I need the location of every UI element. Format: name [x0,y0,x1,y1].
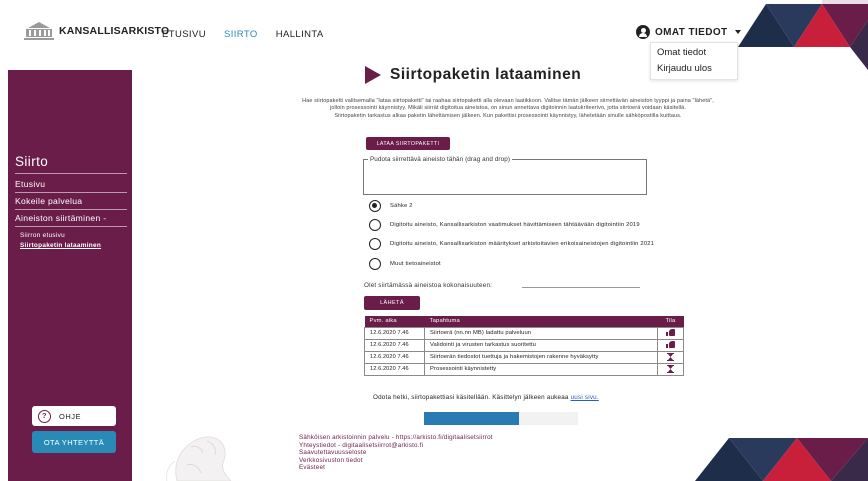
decorative-triangles [738,0,868,70]
statue-illustration [166,436,232,481]
hourglass-icon [667,353,674,361]
dropzone-label: Pudota siirrettävä aineisto tähän (drag … [368,156,513,163]
page-title: Siirtopaketin lataaminen [390,66,582,83]
footer-links: Sähköisen arkistoinnin palvelu - https:/… [299,434,493,472]
sidebar-divider [15,226,127,227]
radio-icon[interactable] [369,238,381,250]
intro-line: jolloin prosessointi käynnistyy. Mikäli … [330,105,686,112]
nav-hallinta[interactable]: HALLINTA [276,29,324,40]
collection-input[interactable] [522,287,640,288]
question-icon: ? [38,409,51,423]
table-header-row: Pvm. aika Tapahtuma Tila [364,316,684,327]
menu-item-kirjaudu-ulos[interactable]: Kirjaudu ulos [651,61,737,77]
row-event: Prosessointi käynnistetty [424,362,658,376]
collection-label: Olet siirtämässä aineistoa kokonaisuutee… [364,282,493,289]
column-header-date: Pvm. aika [364,316,425,327]
help-label: OHJE [59,411,82,421]
thumbs-up-icon [666,341,675,349]
archive-building-icon [24,22,54,40]
intro-line: Hae siirtopaketti valitsemalla "lataa si… [302,98,714,104]
progress-bar [424,412,578,425]
table-row: 12.6.2020 7.46 Siirtoerä (nn.nn MB) lada… [364,326,684,340]
logo[interactable]: KANSALLISARKISTO [22,20,169,42]
radio-label: Muut tietoaineistot [390,261,441,267]
radio-option-muut[interactable]: Muut tietoaineistot [369,258,441,270]
intro-text: Hae siirtopaketti valitsemalla "lataa si… [200,98,816,120]
row-event: Siirtoerä (nn.nn MB) ladattu palveluun [424,326,658,340]
footer: Sähköisen arkistoinnin palvelu - https:/… [147,425,868,481]
radio-option-digitoitu-2019[interactable]: Digitoitu aineisto, Kansallisarkiston va… [369,219,640,231]
row-date: 12.6.2020 7.46 [364,350,425,364]
contact-button[interactable]: OTA YHTEYTTÄ [32,431,116,453]
row-event: Siirtoerän tiedostot tuettuja ja hakemis… [424,350,658,364]
row-date: 12.6.2020 7.46 [364,338,425,352]
logo-text: KANSALLISARKISTO [59,25,170,37]
row-event: Validointi ja virusten tarkastus suorite… [424,338,658,352]
intro-line: Siirtopaketin tarkastus alkaa paketin lä… [334,112,682,119]
sidebar-item-kokeile[interactable]: Kokeile palvelua [15,196,82,206]
sidebar-divider [15,173,127,174]
menu-item-omat-tiedot[interactable]: Omat tiedot [651,45,737,61]
footer-link-service[interactable]: Sähköisen arkistoinnin palvelu - https:/… [299,434,493,442]
send-button[interactable]: LÄHETÄ [364,296,420,310]
sidebar-item-aineiston-siirtaminen[interactable]: Aineiston siirtäminen - [15,213,106,223]
title-arrow-icon [365,66,381,84]
hourglass-icon [667,365,674,373]
radio-checked-icon[interactable] [369,200,381,212]
new-page-link[interactable]: uusi sivu. [571,394,599,401]
column-header-event: Tapahtuma [424,316,658,327]
footer-link-site-info[interactable]: Verkkosivuston tiedot [299,457,493,465]
table-row: 12.6.2020 7.46 Validointi ja virusten ta… [364,338,684,352]
row-status [657,326,684,340]
sidebar-subitem-siirron-etusivu[interactable]: Siirron etusivu [20,232,65,239]
event-log-table: Pvm. aika Tapahtuma Tila 12.6.2020 7.46 … [364,316,684,376]
thumbs-up-icon [666,329,675,337]
progress-bar-fill [424,412,520,425]
user-menu-label: OMAT TIEDOT [655,26,728,38]
radio-label: Sähke 2 [390,203,413,209]
column-header-status: Tila [657,316,684,327]
user-dropdown-menu: Omat tiedot Kirjaudu ulos [650,42,738,80]
help-button[interactable]: ? OHJE [32,406,116,426]
footer-link-cookies[interactable]: Evästeet [299,464,493,472]
main-nav: ETUSIVU SIIRTO HALLINTA [162,29,324,40]
processing-text: Odota hetki, siirtopakettiasi käsitellää… [373,394,569,401]
sidebar-subitem-siirtopaketin-lataaminen[interactable]: Siirtopaketin lataaminen [20,242,101,249]
nav-siirto[interactable]: SIIRTO [224,29,258,40]
radio-option-sahke2[interactable]: Sähke 2 [369,200,413,212]
file-dropzone[interactable]: Pudota siirrettävä aineisto tähän (drag … [363,156,647,195]
row-status [657,338,684,352]
footer-link-accessibility[interactable]: Saavutettavuusseloste [299,449,493,457]
user-menu-button[interactable]: OMAT TIEDOT [636,25,741,39]
radio-option-digitoitu-2021[interactable]: Digitoitu aineisto, Kansallisarkiston mä… [369,238,654,250]
row-date: 12.6.2020 7.46 [364,326,425,340]
radio-label: Digitoitu aineisto, Kansallisarkiston mä… [390,241,655,247]
upload-package-button[interactable]: LATAA SIIRTOPAKETTI [366,137,450,150]
sidebar-divider [15,192,127,193]
footer-link-contact[interactable]: Yhteystiedot - digitaalisetsiirrot@arkis… [299,442,493,450]
sidebar-title: Siirto [15,154,49,169]
table-row: 12.6.2020 7.46 Siirtoerän tiedostot tuet… [364,350,684,364]
radio-label: Digitoitu aineisto, Kansallisarkiston va… [390,222,640,228]
sidebar-item-etusivu[interactable]: Etusivu [15,179,45,189]
row-date: 12.6.2020 7.46 [364,362,425,376]
sidebar-divider [15,209,127,210]
row-status [657,350,684,364]
radio-icon[interactable] [369,219,381,231]
table-row: 12.6.2020 7.46 Prosessointi käynnistetty [364,362,684,376]
user-icon [636,25,650,39]
nav-etusivu[interactable]: ETUSIVU [162,29,206,40]
radio-icon[interactable] [369,258,381,270]
page-title-wrap: Siirtopaketin lataaminen [365,66,581,84]
row-status [657,362,684,376]
decorative-triangles-footer [695,438,868,481]
processing-message: Odota hetki, siirtopakettiasi käsitellää… [373,394,599,401]
